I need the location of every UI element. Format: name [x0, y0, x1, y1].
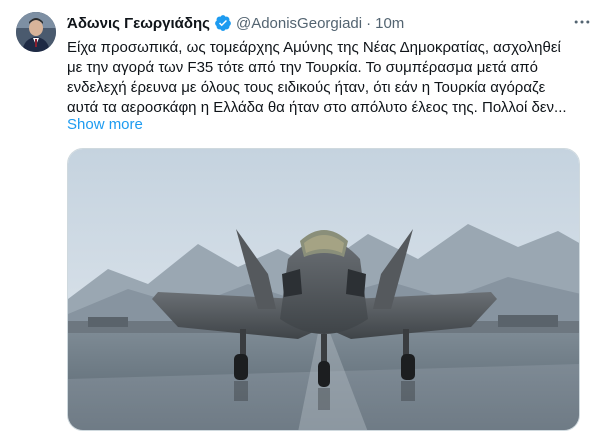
- tweet-header: Άδωνις Γεωργιάδης @AdonisGeorgiadi · 10m: [67, 12, 404, 34]
- tweet-text-line: Είχα προσωπικά, ως τομεάρχης Αμύνης της …: [67, 39, 561, 56]
- tweet-text-line: με την αγορά των F35 τότε από την Τουρκί…: [67, 59, 538, 76]
- separator-dot: ·: [366, 14, 372, 32]
- f35-jet-photo: [68, 149, 579, 430]
- more-options-icon[interactable]: [570, 10, 594, 34]
- verified-badge-icon: [214, 14, 232, 32]
- tweet-text-line: ενδελεχή έρευνα με όλους τους ειδικούς ή…: [67, 79, 546, 96]
- show-more-link[interactable]: Show more: [67, 116, 143, 133]
- author-name[interactable]: Άδωνις Γεωργιάδης: [67, 15, 210, 32]
- avatar[interactable]: [16, 12, 56, 52]
- timestamp[interactable]: 10m: [375, 15, 404, 32]
- tweet[interactable]: Άδωνις Γεωργιάδης @AdonisGeorgiadi · 10m…: [0, 0, 614, 441]
- tweet-media-photo[interactable]: [67, 148, 580, 431]
- tweet-text-line: αυτά τα αεροσκάφη η Ελλάδα θα ήταν στο α…: [67, 99, 567, 116]
- author-handle[interactable]: @AdonisGeorgiadi: [236, 15, 362, 32]
- tweet-text: Είχα προσωπικά, ως τομεάρχης Αμύνης της …: [67, 38, 587, 118]
